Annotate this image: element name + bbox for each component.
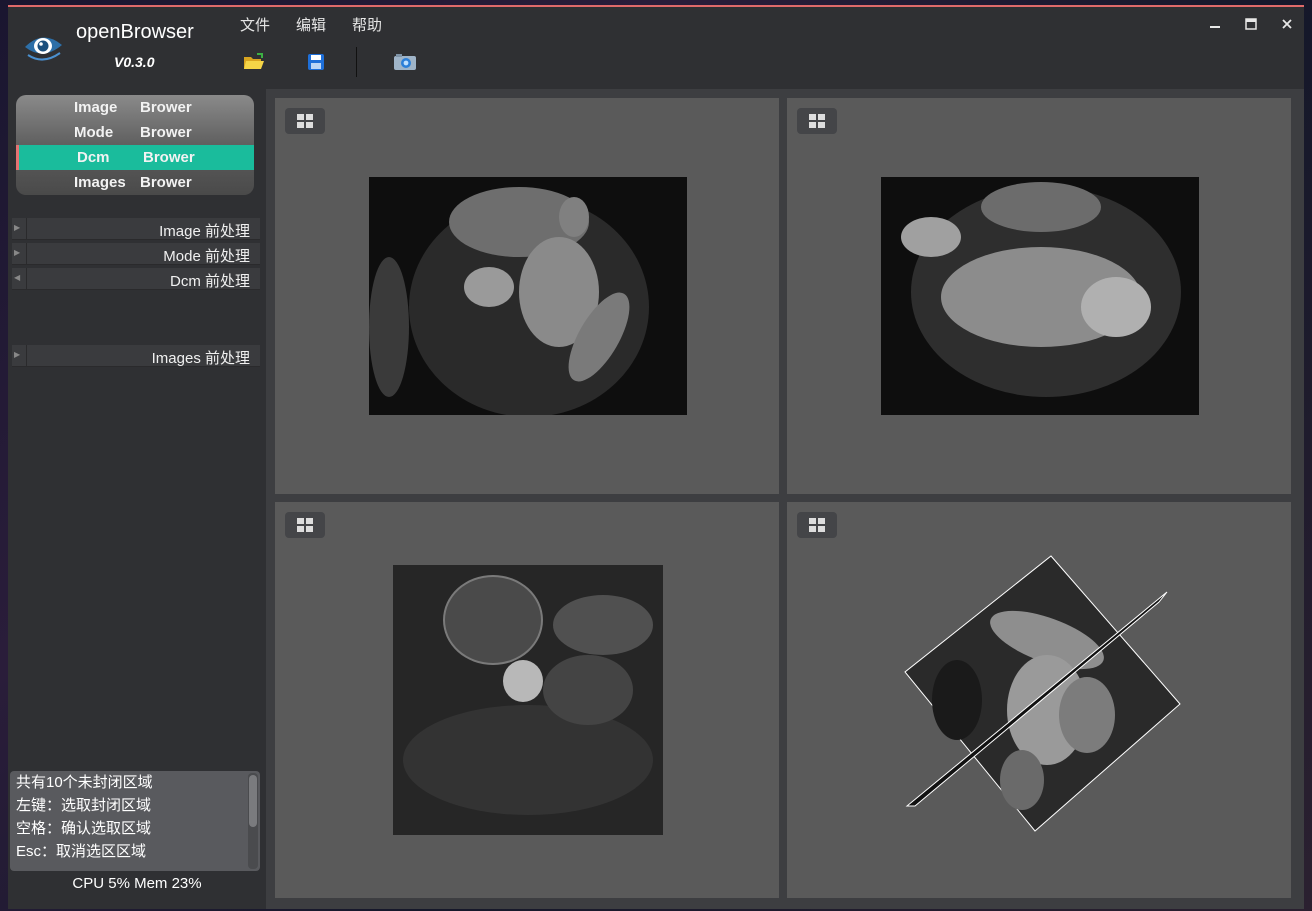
- menu-help[interactable]: 帮助: [352, 14, 382, 35]
- 3d-volume-render: [904, 555, 1181, 832]
- header: openBrowser V0.3.0 文件 编辑 帮助: [8, 7, 1304, 89]
- browse-panel: Image Brower Mode Brower Dcm Brower Imag…: [16, 95, 254, 195]
- menu-edit[interactable]: 编辑: [296, 14, 326, 35]
- divider: [26, 345, 27, 367]
- layout-button[interactable]: [797, 108, 837, 134]
- info-line: 共有10个未封闭区域: [16, 774, 153, 791]
- browse-item-word: Mode: [74, 124, 114, 141]
- preprocess-item-images[interactable]: ▶ Images 前处理: [12, 345, 260, 367]
- divider: [26, 268, 27, 290]
- layout-button[interactable]: [285, 108, 325, 134]
- info-line: 左键：选取封闭区域: [16, 797, 152, 814]
- folder-open-icon: [244, 53, 264, 69]
- browse-item-word: Image: [74, 99, 118, 116]
- viewport-grid: [266, 89, 1304, 909]
- ct-image-sagittal: [393, 565, 663, 835]
- app-title: openBrowser: [76, 21, 194, 43]
- menu-bar: 文件 编辑 帮助: [240, 14, 382, 35]
- viewport-top-left[interactable]: [275, 98, 779, 494]
- expand-arrow-icon: ▶: [14, 350, 21, 359]
- close-button[interactable]: [1276, 15, 1298, 33]
- maximize-icon: [1245, 18, 1257, 30]
- preprocess-item-mode[interactable]: ▶ Mode 前处理: [12, 243, 260, 265]
- browse-item-word: Brower: [143, 149, 195, 166]
- browse-item-word: Brower: [140, 174, 192, 191]
- window-controls: [1204, 15, 1298, 33]
- preprocess-label: Dcm 前处理: [170, 273, 250, 290]
- divider: [26, 218, 27, 240]
- preprocess-label: Mode 前处理: [163, 248, 250, 265]
- browse-item-images[interactable]: Images Brower: [16, 170, 254, 195]
- ct-image-coronal: [881, 177, 1199, 415]
- app-window: openBrowser V0.3.0 文件 编辑 帮助 Image Brower…: [8, 5, 1304, 909]
- minimize-button[interactable]: [1204, 15, 1226, 33]
- app-version: V0.3.0: [114, 54, 155, 70]
- grid-layout-icon: [297, 518, 313, 532]
- save-disk-icon: [308, 54, 324, 70]
- sidebar: Image Brower Mode Brower Dcm Brower Imag…: [8, 89, 266, 909]
- toolbar-separator: [356, 47, 357, 77]
- maximize-button[interactable]: [1240, 15, 1262, 33]
- preprocess-label: Image 前处理: [159, 223, 250, 240]
- browse-item-dcm[interactable]: Dcm Brower: [16, 145, 254, 170]
- browse-item-word: Images: [74, 174, 126, 191]
- screenshot-button[interactable]: [391, 48, 419, 76]
- divider: [26, 243, 27, 265]
- info-scrollbar-thumb[interactable]: [249, 775, 257, 827]
- camera-icon: [394, 54, 416, 70]
- info-line: Esc：取消选区区域: [16, 843, 147, 860]
- viewport-top-right[interactable]: [787, 98, 1291, 494]
- layout-button[interactable]: [285, 512, 325, 538]
- minimize-icon: [1210, 26, 1220, 28]
- menu-file[interactable]: 文件: [240, 14, 270, 35]
- browse-item-word: Brower: [140, 99, 192, 116]
- ct-image-axial: [369, 177, 687, 415]
- grid-layout-icon: [297, 114, 313, 128]
- viewport-bottom-right-3d[interactable]: [787, 502, 1291, 898]
- save-button[interactable]: [302, 48, 330, 76]
- collapse-arrow-icon: ◀: [14, 273, 21, 282]
- browse-item-word: Dcm: [77, 149, 110, 166]
- layout-button[interactable]: [797, 512, 837, 538]
- preprocess-label: Images 前处理: [151, 350, 250, 367]
- grid-layout-icon: [809, 114, 825, 128]
- info-line: 空格：确认选取区域: [16, 820, 152, 837]
- preprocess-item-dcm[interactable]: ◀ Dcm 前处理: [12, 268, 260, 290]
- grid-layout-icon: [809, 518, 825, 532]
- browse-item-word: Brower: [140, 124, 192, 141]
- open-folder-button[interactable]: [240, 48, 268, 76]
- status-bar: CPU 5% Mem 23%: [72, 875, 202, 892]
- browse-item-mode[interactable]: Mode Brower: [16, 120, 254, 145]
- eye-logo-icon: [25, 37, 62, 61]
- toolbar: [240, 47, 453, 77]
- viewport-bottom-left[interactable]: [275, 502, 779, 898]
- expand-arrow-icon: ▶: [14, 223, 21, 232]
- preprocess-item-image[interactable]: ▶ Image 前处理: [12, 218, 260, 240]
- info-text-box[interactable]: 共有10个未封闭区域 左键：选取封闭区域 空格：确认选取区域 Esc：取消选区区…: [10, 771, 260, 871]
- expand-arrow-icon: ▶: [14, 248, 21, 257]
- browse-item-image[interactable]: Image Brower: [16, 95, 254, 120]
- close-icon: [1282, 19, 1292, 29]
